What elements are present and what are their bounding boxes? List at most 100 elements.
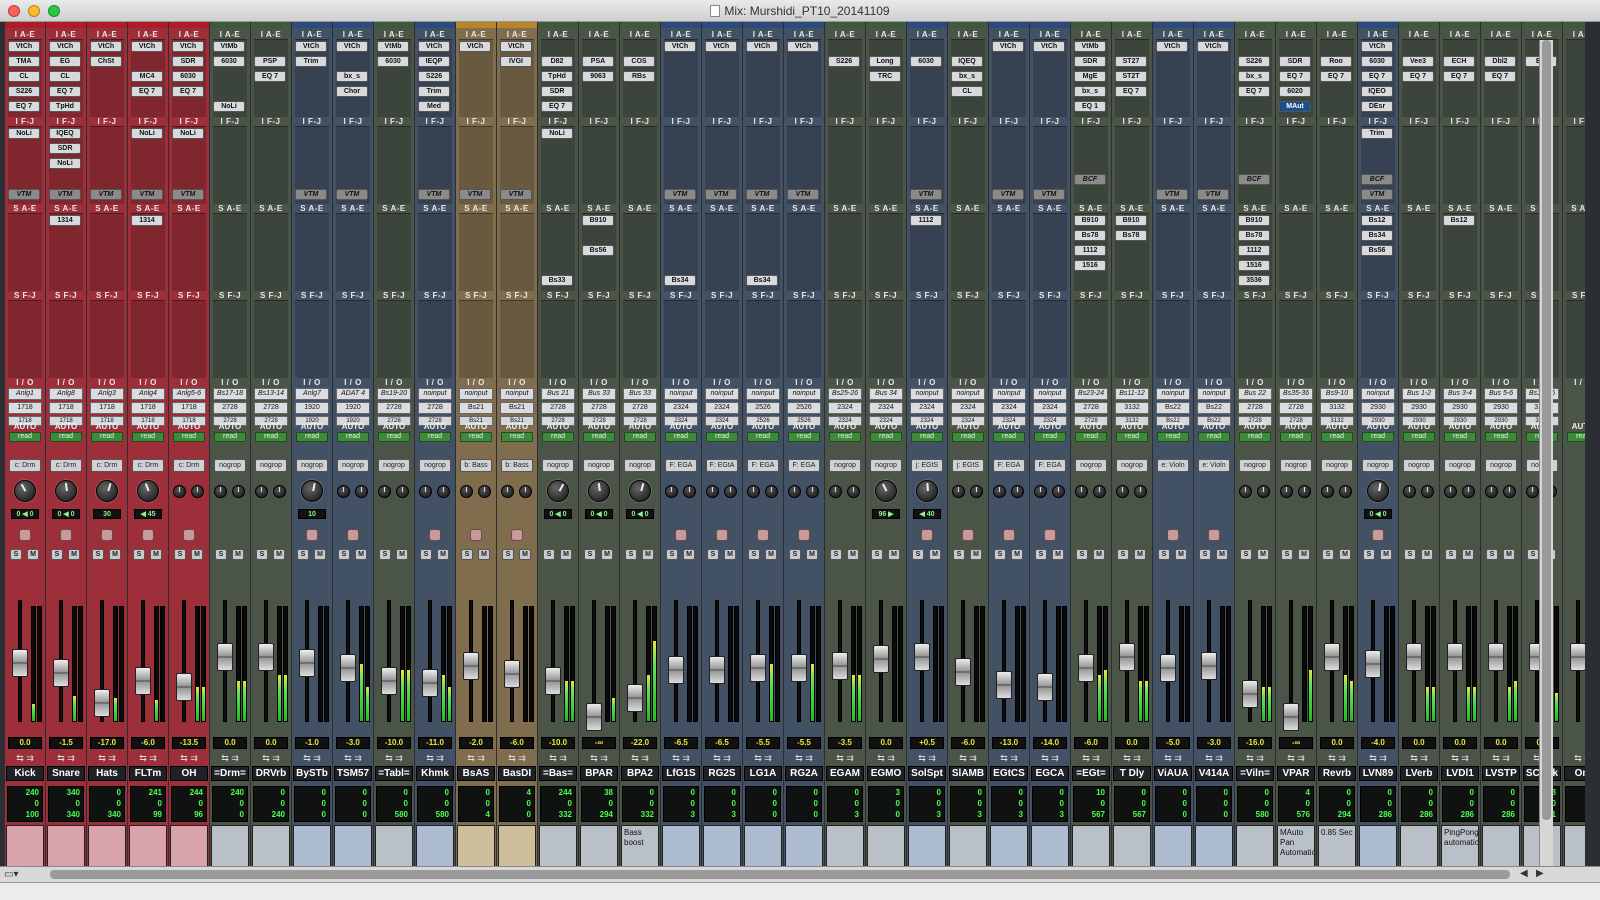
solo-button[interactable]: S [92, 549, 104, 560]
inserts-f-j-area[interactable] [828, 126, 862, 204]
track-color-bar[interactable] [1194, 22, 1234, 28]
insert-slot-bypassed[interactable]: BCF [1361, 174, 1393, 185]
group-selector[interactable]: c: Drm [132, 459, 164, 472]
sends-f-j-area[interactable] [213, 300, 247, 378]
group-selector[interactable]: nogrop [1280, 459, 1312, 472]
insert-slot[interactable]: CL [8, 71, 40, 82]
sends-a-e-area[interactable] [377, 213, 411, 291]
sends-f-j-area[interactable] [1361, 300, 1395, 378]
nudge-arrows-icon[interactable]: ⇆ ⇉ [418, 752, 452, 764]
automation-mode-selector[interactable]: read [1280, 432, 1312, 442]
insert-slot-inactive[interactable]: VTM [8, 189, 40, 200]
record-enable-button[interactable] [1167, 529, 1179, 541]
pan-knob-right[interactable] [847, 485, 860, 498]
output-selector[interactable]: 1920 [336, 402, 370, 414]
track-name[interactable]: =Viln= [1236, 766, 1274, 781]
solo-button[interactable]: S [10, 549, 22, 560]
insert-slot-inactive[interactable]: VTM [131, 189, 163, 200]
sends-f-j-area[interactable] [1566, 300, 1585, 378]
pan-knob-left[interactable] [337, 485, 350, 498]
insert-slot[interactable]: D82 [541, 56, 573, 67]
output-selector[interactable]: 2728 [1279, 402, 1313, 414]
pan-knob-left[interactable] [1239, 485, 1252, 498]
inserts-f-j-area[interactable] [1402, 126, 1436, 204]
automation-mode-selector[interactable]: read [665, 432, 697, 442]
automation-mode-selector[interactable]: read [911, 432, 943, 442]
volume-fader[interactable] [914, 643, 930, 672]
solo-button[interactable]: S [625, 549, 637, 560]
mute-button[interactable]: M [806, 549, 818, 560]
track-name[interactable]: Kick [6, 766, 44, 781]
sends-f-j-area[interactable] [1156, 300, 1190, 378]
track-name[interactable]: BasDI [498, 766, 536, 781]
send-slot[interactable]: Bs34 [746, 275, 778, 286]
inserts-f-j-area[interactable] [1320, 126, 1354, 204]
sends-f-j-area[interactable] [1443, 300, 1477, 378]
insert-slot[interactable]: bx_s [336, 71, 368, 82]
track-name[interactable]: DRVrb [252, 766, 290, 781]
inserts-f-j-area[interactable] [213, 126, 247, 204]
solo-button[interactable]: S [215, 549, 227, 560]
track-color-bar[interactable] [1481, 22, 1521, 28]
track-name[interactable]: =Bas= [539, 766, 577, 781]
track-name[interactable]: LG1A [744, 766, 782, 781]
mute-button[interactable]: M [109, 549, 121, 560]
record-enable-button[interactable] [19, 529, 31, 541]
nudge-arrows-icon[interactable]: ⇆ ⇉ [1484, 752, 1518, 764]
insert-slot[interactable]: IQEO [1361, 86, 1393, 97]
output-selector[interactable]: 1718 [90, 402, 124, 414]
group-selector[interactable]: F: EGtA [706, 459, 738, 472]
track-color-bar[interactable] [374, 22, 414, 28]
insert-slot[interactable]: 6030 [172, 71, 204, 82]
track-name[interactable]: T Dly [1113, 766, 1151, 781]
automation-mode-selector[interactable]: read [9, 432, 41, 442]
sends-a-e-area[interactable] [213, 213, 247, 291]
send-slot[interactable]: Bs34 [1361, 230, 1393, 241]
insert-slot[interactable]: 6030 [377, 56, 409, 67]
pan-knob-left[interactable] [993, 485, 1006, 498]
insert-slot[interactable]: bx_s [1238, 71, 1270, 82]
pan-knob-left[interactable] [173, 485, 186, 498]
input-selector[interactable]: Bs25-26 [828, 388, 862, 400]
input-selector[interactable]: noinput [992, 388, 1026, 400]
insert-slot[interactable]: NoLi [8, 128, 40, 139]
input-selector[interactable]: noinput [910, 388, 944, 400]
send-slot[interactable]: Bs78 [1238, 230, 1270, 241]
insert-slot[interactable]: VtCh [787, 41, 819, 52]
output-selector[interactable]: 2728 [582, 402, 616, 414]
group-selector[interactable]: nogrop [1403, 459, 1435, 472]
insert-slot-active[interactable]: MAut [1279, 101, 1311, 112]
insert-slot[interactable]: VtCh [295, 41, 327, 52]
pan-knob-left[interactable] [1526, 485, 1539, 498]
track-color-bar[interactable] [1276, 22, 1316, 28]
automation-mode-selector[interactable]: read [706, 432, 738, 442]
inserts-a-e-area[interactable] [910, 39, 944, 117]
insert-slot[interactable]: EQ 7 [1484, 71, 1516, 82]
mix-window-view-selector-icon[interactable]: ▭▾ [4, 869, 44, 881]
insert-slot[interactable]: S226 [418, 71, 450, 82]
nudge-arrows-icon[interactable]: ⇆ ⇉ [992, 752, 1026, 764]
nudge-arrows-icon[interactable]: ⇆ ⇉ [869, 752, 903, 764]
input-selector[interactable]: Anlg3 [90, 388, 124, 400]
mute-button[interactable]: M [929, 549, 941, 560]
insert-slot[interactable]: VtCh [8, 41, 40, 52]
automation-mode-selector[interactable]: read [870, 432, 902, 442]
nudge-arrows-icon[interactable]: ⇆ ⇉ [787, 752, 821, 764]
pan-knob-left[interactable] [1444, 485, 1457, 498]
insert-slot-inactive[interactable]: VTM [295, 189, 327, 200]
insert-slot-inactive[interactable]: VTM [1361, 189, 1393, 200]
sends-f-j-area[interactable] [131, 300, 165, 378]
automation-mode-selector[interactable]: read [419, 432, 451, 442]
sends-a-e-area[interactable] [1279, 213, 1313, 291]
sends-f-j-area[interactable] [377, 300, 411, 378]
output-selector[interactable]: 2728 [377, 402, 411, 414]
group-selector[interactable]: F: EGA [747, 459, 779, 472]
insert-slot[interactable]: SDR [172, 56, 204, 67]
mute-button[interactable]: M [1011, 549, 1023, 560]
solo-button[interactable]: S [502, 549, 514, 560]
pan-knob-right[interactable] [478, 485, 491, 498]
pan-knob-right[interactable] [1421, 485, 1434, 498]
insert-slot[interactable]: 9063 [582, 71, 614, 82]
group-selector[interactable]: b: Bass [460, 459, 492, 472]
insert-slot[interactable]: Trim [295, 56, 327, 67]
